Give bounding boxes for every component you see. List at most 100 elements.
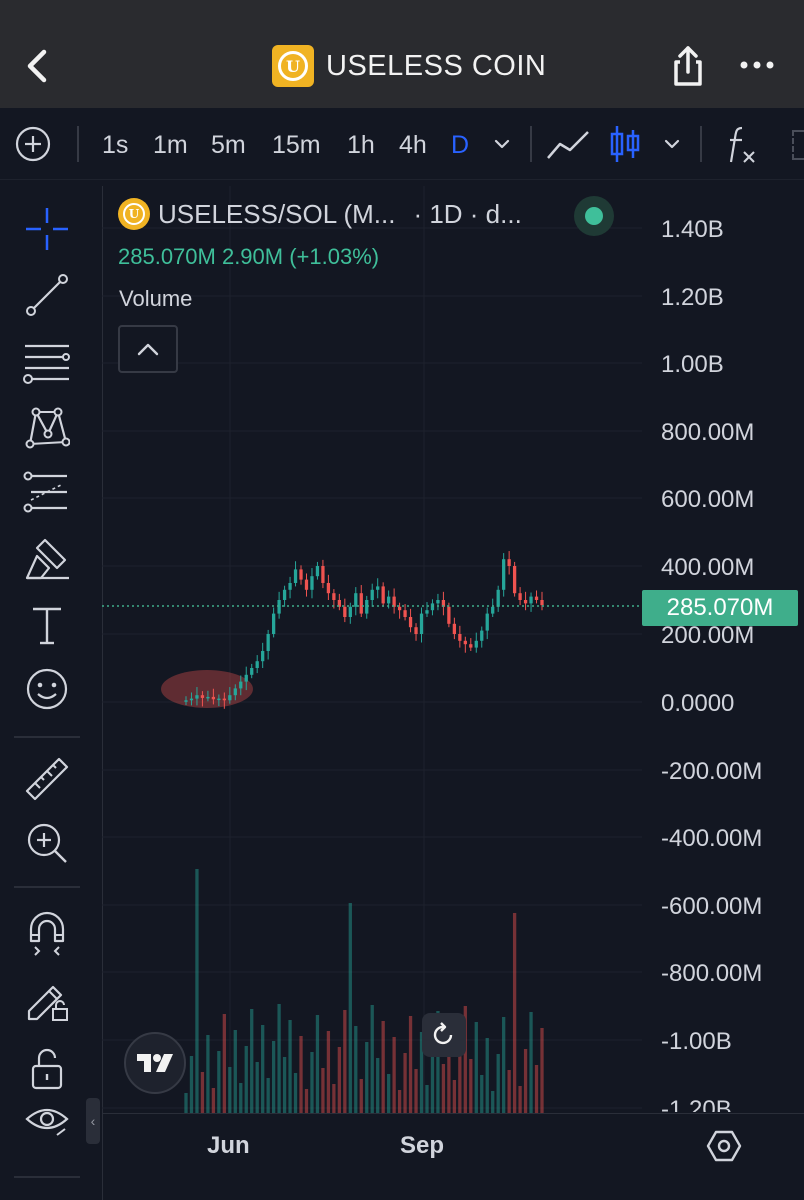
chevron-left-icon	[27, 49, 47, 83]
brush-tool[interactable]	[20, 532, 74, 586]
chart-canvas[interactable]	[102, 186, 642, 1114]
share-button[interactable]	[668, 44, 708, 88]
timeframe-4h[interactable]: 4h	[399, 130, 427, 160]
fib-retracement-tool[interactable]	[20, 335, 74, 389]
volume-bar	[348, 903, 352, 1113]
candle-body	[321, 566, 325, 583]
candle-body	[518, 593, 522, 600]
candle-body	[430, 603, 435, 611]
trend-line-tool[interactable]	[20, 268, 74, 322]
volume-bar	[293, 1073, 298, 1113]
candle-body	[239, 681, 243, 689]
candle-body	[206, 696, 210, 699]
prediction-tool[interactable]	[20, 465, 74, 519]
tradingview-logo-button[interactable]	[124, 1032, 186, 1094]
y-tick-label: -800.00M	[661, 960, 763, 987]
chart-legend-symbol[interactable]: U USELESS/SOL (M... · 1D · d...	[118, 198, 522, 230]
volume-bar	[359, 1079, 363, 1113]
visibility-tool[interactable]	[20, 1094, 74, 1148]
timeframe-1h[interactable]: 1h	[347, 130, 375, 160]
zoom-in-tool[interactable]	[20, 816, 74, 870]
chevron-down-icon[interactable]	[492, 134, 512, 154]
unlock-icon	[31, 1048, 63, 1090]
top-nav-bar: U USELESS COIN	[0, 0, 804, 108]
candle-body	[534, 596, 539, 600]
y-tick-label: -1.00B	[661, 1028, 732, 1055]
text-tool[interactable]	[20, 598, 74, 652]
timeframe-5m[interactable]: 5m	[211, 130, 246, 160]
emoji-icon	[26, 668, 68, 710]
toolbar-divider	[700, 126, 702, 162]
sidebar-collapse-tab[interactable]: ‹	[86, 1098, 100, 1144]
more-horizontal-icon	[740, 61, 774, 69]
toolbar-divider	[77, 126, 79, 162]
line-chart-icon[interactable]	[546, 128, 590, 162]
volume-bar	[403, 1053, 407, 1113]
volume-bar	[277, 1004, 281, 1113]
lock-drawing-icon	[27, 985, 68, 1021]
ruler-tool[interactable]	[20, 752, 74, 806]
candle-body	[381, 586, 385, 604]
candle-body	[359, 593, 363, 614]
y-tick-label: -600.00M	[661, 893, 763, 920]
volume-bar	[255, 1062, 259, 1113]
timeframe-15m[interactable]: 15m	[272, 130, 321, 160]
volume-bar	[206, 1035, 210, 1113]
volume-bar	[200, 1072, 205, 1113]
volume-bar	[474, 1022, 478, 1113]
legend-collapse-button[interactable]	[118, 325, 178, 373]
volume-bar	[211, 1088, 216, 1113]
more-button[interactable]	[738, 50, 778, 80]
pattern-tool[interactable]	[20, 400, 74, 454]
candle-body	[222, 698, 226, 701]
app-title: USELESS COIN	[326, 49, 547, 82]
magnet-icon	[29, 911, 65, 956]
candle-body	[425, 610, 429, 614]
reset-icon	[433, 1022, 453, 1045]
add-symbol-button[interactable]	[14, 125, 52, 163]
lock-drawing-tool[interactable]	[20, 972, 74, 1026]
y-tick-label: 600.00M	[661, 486, 755, 513]
candle-body	[463, 640, 467, 645]
candle-body	[310, 576, 314, 590]
magnet-tool[interactable]	[20, 908, 74, 962]
timeframe-1m[interactable]: 1m	[153, 130, 188, 160]
candle-body	[326, 583, 331, 594]
candle-body	[255, 661, 259, 668]
candle-body	[447, 606, 451, 624]
candle-body	[507, 559, 511, 566]
market-status-indicator[interactable]	[574, 196, 614, 236]
volume-bar	[523, 1049, 528, 1113]
timeframe-1s[interactable]: 1s	[102, 130, 128, 160]
sidebar-divider	[14, 1176, 80, 1178]
emoji-tool[interactable]	[20, 662, 74, 716]
candle-body	[403, 610, 407, 617]
candle-body	[502, 559, 506, 590]
unlock-tool[interactable]	[20, 1042, 74, 1096]
candle-body	[485, 613, 489, 631]
y-tick-label: -1.20B	[661, 1096, 732, 1112]
candle-body	[365, 600, 369, 614]
timeframe-d[interactable]: D	[451, 130, 469, 160]
candle-body	[480, 630, 484, 641]
candlestick-chart-icon[interactable]	[608, 124, 642, 164]
volume-bar	[217, 1051, 221, 1113]
eye-icon	[25, 1108, 69, 1136]
settings-hexagon-icon	[706, 1130, 742, 1162]
candle-body	[458, 634, 462, 641]
crosshair-tool[interactable]	[20, 202, 74, 256]
chevron-down-icon[interactable]	[662, 134, 682, 154]
volume-bar	[507, 1070, 511, 1113]
volume-bar	[315, 1015, 320, 1113]
indicators-fx-icon[interactable]	[724, 124, 760, 166]
volume-bar	[485, 1038, 489, 1113]
app-title-group: U USELESS COIN	[272, 44, 546, 88]
volume-bar	[304, 1089, 309, 1113]
candle-body	[474, 640, 478, 648]
legend-volume-label[interactable]: Volume	[119, 286, 192, 312]
reset-chart-button[interactable]	[422, 1013, 466, 1057]
chart-settings-button[interactable]	[704, 1126, 744, 1166]
legend-interval: · 1D · d...	[413, 198, 522, 229]
back-button[interactable]	[18, 44, 58, 88]
volume-bar	[397, 1090, 402, 1113]
